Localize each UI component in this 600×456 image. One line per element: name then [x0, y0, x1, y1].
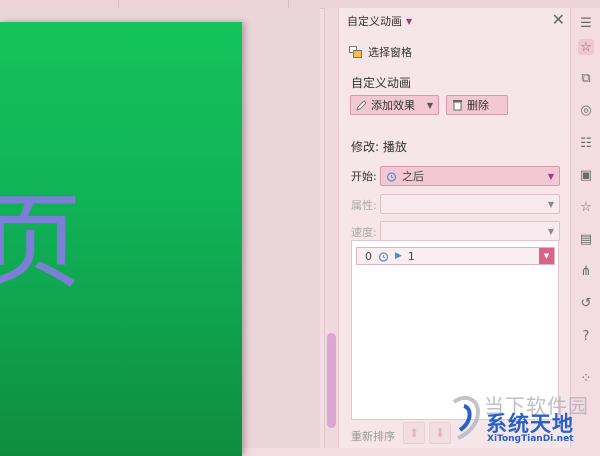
archive-icon[interactable]: ▤ [578, 231, 594, 247]
panel-title: 自定义动画 [347, 15, 402, 28]
speed-row: 速度: [351, 224, 381, 240]
close-icon[interactable]: ✕ [552, 10, 565, 29]
right-sidebar: ☰ ☆ ⧉ ◎ ☷ ▣ ☆ ▤ ⋔ ↺ ? ⁘ [570, 8, 600, 448]
section-title: 自定义动画 [351, 76, 412, 90]
item-order: 1 [407, 249, 415, 263]
watermark: 当下软件园 系统天地 XiTongTianDi.net [450, 388, 600, 448]
slide-text[interactable]: 页 [0, 190, 82, 294]
chevron-down-icon: ▼ [547, 171, 554, 181]
settings-sliders-icon[interactable]: ☷ [578, 135, 594, 151]
delete-button[interactable]: 删除 [446, 95, 508, 115]
reorder-label: 重新排序 [351, 430, 395, 443]
chevron-down-icon: ▼ [547, 199, 554, 209]
scrollbar-thumb[interactable] [327, 333, 336, 428]
property-select[interactable]: ▼ [380, 194, 560, 214]
chevron-down-icon: ▼ [406, 16, 413, 26]
property-row: 属性: [351, 197, 381, 213]
move-down-button[interactable]: ⬇ [429, 422, 451, 444]
delete-label: 删除 [467, 99, 489, 112]
modify-title: 修改: 播放 [351, 140, 407, 154]
watermark-logo [452, 395, 481, 440]
clock-icon [378, 251, 389, 262]
grid-icon[interactable]: ⁘ [578, 370, 594, 386]
slide-canvas: 页 [0, 8, 320, 456]
pencil-icon [356, 99, 367, 111]
help-icon[interactable]: ? [578, 328, 594, 344]
star-icon[interactable]: ☆ [578, 199, 594, 215]
speed-select[interactable]: ▼ [380, 221, 560, 241]
add-effect-label: 添加效果 [371, 99, 415, 112]
canvas-scrollbar[interactable] [324, 8, 338, 448]
image-icon[interactable]: ▣ [578, 167, 594, 183]
clock-icon [386, 171, 397, 182]
item-index: 0 [365, 249, 372, 263]
add-effect-button[interactable]: 添加效果 ▼ [350, 95, 439, 115]
start-value: 之后 [402, 170, 424, 183]
share-icon[interactable]: ⋔ [578, 263, 594, 279]
item-dropdown-button[interactable]: ▼ [539, 248, 554, 264]
property-label: 属性: [351, 199, 377, 212]
custom-animation-panel: 自定义动画 ▼ ✕ 选择窗格 自定义动画 添加效果 ▼ 删除 修改: 播放 开始… [338, 8, 571, 448]
watermark-url: XiTongTianDi.net [487, 434, 574, 444]
play-icon: ▶ [395, 251, 402, 261]
trash-icon [453, 100, 462, 111]
history-icon[interactable]: ↺ [578, 295, 594, 311]
menu-icon[interactable]: ☰ [578, 15, 594, 31]
arrow-up-icon: ⬆ [408, 426, 420, 440]
copy-icon[interactable]: ⧉ [578, 70, 594, 86]
start-select[interactable]: 之后 ▼ [380, 166, 560, 186]
arrow-down-icon: ⬇ [434, 426, 446, 440]
selection-pane-label: 选择窗格 [368, 46, 412, 59]
chevron-down-icon: ▼ [426, 100, 433, 110]
move-up-button[interactable]: ⬆ [403, 422, 425, 444]
list-item[interactable]: 0 ▶ 1 ▼ [356, 247, 555, 265]
selection-pane-button[interactable]: 选择窗格 [349, 44, 412, 60]
slide[interactable]: 页 [0, 22, 242, 456]
start-row: 开始: [351, 168, 381, 184]
animation-star-icon[interactable]: ☆ [578, 39, 594, 55]
selection-pane-icon [349, 46, 362, 58]
chevron-down-icon: ▼ [547, 226, 554, 236]
panel-title-dropdown[interactable]: 自定义动画 ▼ [347, 11, 412, 31]
start-label: 开始: [351, 170, 377, 183]
shapes-icon[interactable]: ◎ [578, 102, 594, 118]
speed-label: 速度: [351, 226, 377, 239]
